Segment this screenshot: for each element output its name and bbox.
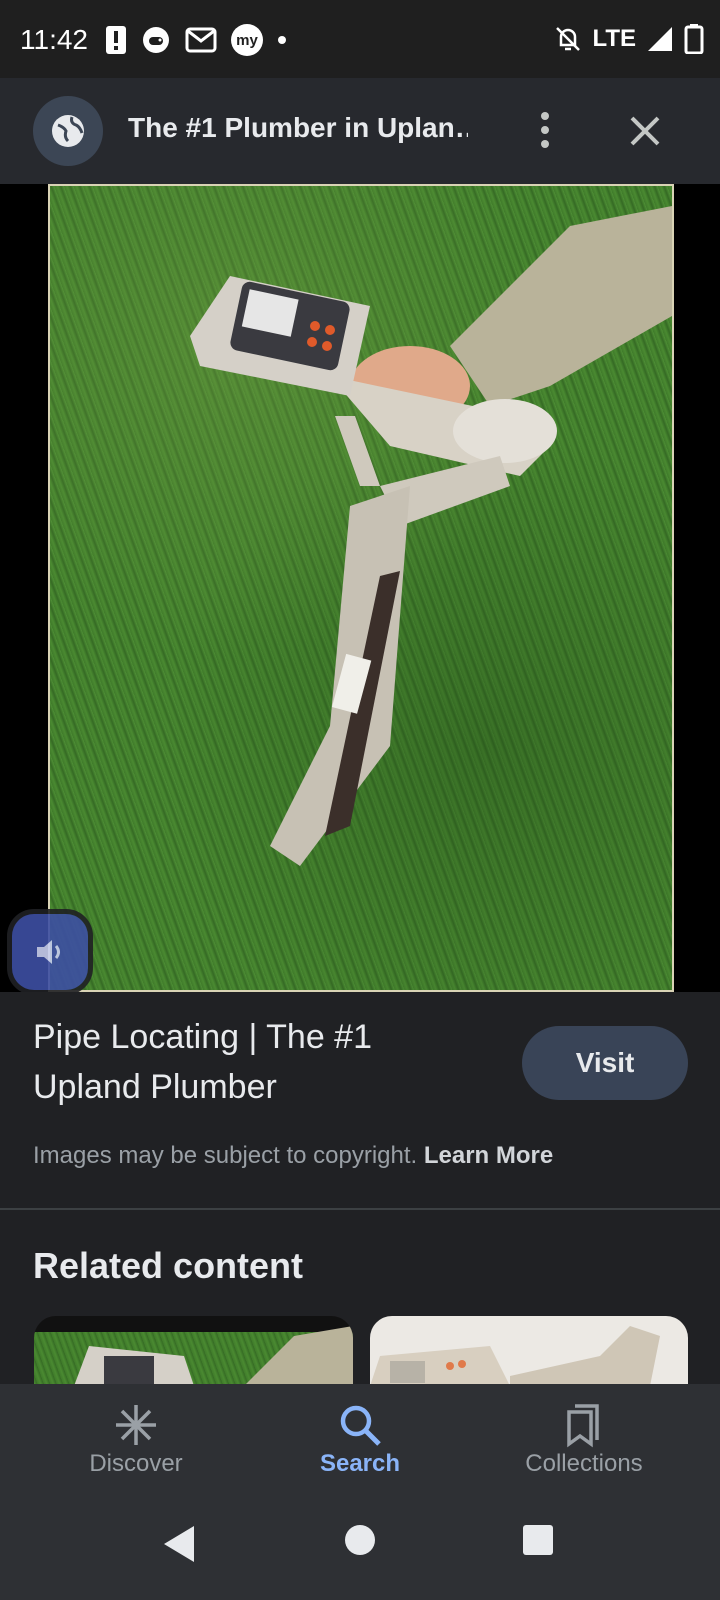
globe-icon [52, 115, 84, 147]
more-options-button[interactable] [530, 108, 560, 152]
status-time: 11:42 [20, 24, 88, 55]
status-icons-left: my [105, 24, 287, 56]
top-app-bar: The #1 Plumber in Uplan… [0, 78, 720, 184]
status-bar: 11:42 my LTE [0, 0, 720, 78]
nav-discover[interactable]: Discover [36, 1384, 236, 1490]
mail-icon [185, 27, 217, 53]
nav-collections[interactable]: Collections [484, 1384, 684, 1490]
section-divider [0, 1208, 720, 1210]
recents-icon[interactable] [522, 1524, 554, 1556]
search-icon [340, 1405, 381, 1446]
thumbnail-device [370, 1326, 660, 1386]
back-icon[interactable] [162, 1524, 196, 1564]
thumbnail-device [74, 1326, 353, 1386]
more-vert-icon [541, 112, 549, 148]
dot-icon [278, 36, 286, 44]
result-title[interactable]: Pipe Locating | The #1 Upland Plumber [33, 1012, 463, 1112]
bell-off-icon [556, 27, 581, 51]
gamepad-icon [143, 27, 169, 53]
related-content-heading: Related content [33, 1245, 304, 1286]
pipe-locator-illustration [190, 206, 672, 866]
mymetro-badge-text: my [236, 31, 258, 49]
nav-search[interactable]: Search [260, 1384, 460, 1490]
related-thumbnail[interactable] [370, 1316, 688, 1386]
site-favicon[interactable] [33, 96, 103, 166]
signal-icon [648, 27, 672, 51]
nav-search-label: Search [319, 1450, 401, 1477]
status-icons-right: LTE [554, 24, 704, 54]
close-icon [630, 116, 660, 146]
alert-icon [106, 26, 126, 54]
collections-icon [567, 1404, 599, 1448]
volume-icon [37, 940, 60, 964]
sound-button[interactable] [12, 914, 88, 990]
battery-icon [684, 24, 704, 54]
system-navigation-bar [0, 1490, 720, 1600]
mymetro-icon: my [231, 24, 263, 56]
page-title[interactable]: The #1 Plumber in Uplan… [128, 112, 468, 144]
network-type: LTE [592, 25, 636, 52]
learn-more-link[interactable]: Learn More [424, 1142, 553, 1169]
bottom-navigation: Discover Search Collections [0, 1384, 720, 1490]
result-image[interactable] [48, 184, 674, 992]
related-thumbnail[interactable] [34, 1316, 353, 1386]
visit-button[interactable]: Visit [522, 1026, 688, 1100]
copyright-text: Images may be subject to copyright. [33, 1142, 418, 1169]
asterisk-icon [116, 1405, 156, 1445]
nav-collections-label: Collections [525, 1450, 643, 1477]
copyright-notice: Images may be subject to copyright. Lear… [33, 1142, 553, 1170]
result-info: Pipe Locating | The #1 Upland Plumber Vi… [0, 992, 720, 1208]
nav-discover-label: Discover [89, 1450, 183, 1477]
home-icon[interactable] [344, 1524, 376, 1556]
close-button[interactable] [622, 108, 668, 154]
image-viewer[interactable] [0, 184, 720, 1144]
